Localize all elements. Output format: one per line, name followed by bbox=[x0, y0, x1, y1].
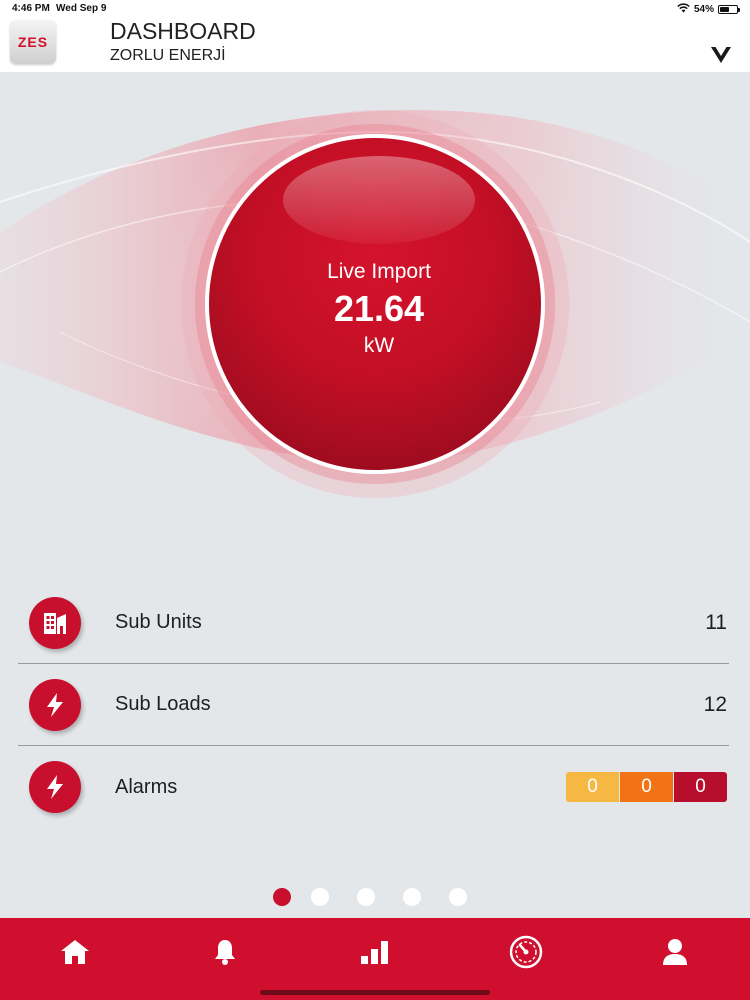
site-selector-button[interactable] bbox=[706, 40, 736, 70]
gauge-gloss bbox=[283, 156, 475, 244]
list-item-sub-units[interactable]: Sub Units 11 bbox=[18, 582, 729, 664]
list-item-alarms[interactable]: Alarms 0 0 0 bbox=[18, 746, 729, 828]
list-item-label: Sub Units bbox=[115, 611, 202, 633]
list-item-label: Alarms bbox=[115, 775, 178, 798]
alarm-badge-low[interactable]: 0 bbox=[566, 772, 619, 802]
status-bar: 4:46 PM Wed Sep 9 54% bbox=[0, 0, 750, 18]
app-header: ZES DASHBOARD ZORLU ENERJİ bbox=[0, 18, 750, 72]
bell-icon bbox=[215, 940, 235, 965]
app-logo: ZES bbox=[10, 20, 56, 64]
home-indicator[interactable] bbox=[260, 990, 490, 995]
page-dot-4[interactable] bbox=[403, 888, 421, 906]
status-right: 54% bbox=[677, 3, 740, 16]
page-indicator bbox=[0, 888, 750, 908]
list-item-count: 12 bbox=[703, 692, 727, 716]
tab-profile[interactable] bbox=[655, 932, 695, 972]
user-icon bbox=[663, 939, 687, 965]
battery-fill bbox=[720, 7, 729, 12]
gauge-circle: Live Import 21.64 kW bbox=[205, 134, 545, 474]
tab-alarms[interactable] bbox=[205, 932, 245, 972]
lightning-icon bbox=[29, 761, 81, 813]
list-item-count: 11 bbox=[705, 610, 727, 634]
page-dot-1[interactable] bbox=[273, 888, 291, 906]
gauge-icon bbox=[509, 935, 543, 969]
list-item-sub-loads[interactable]: Sub Loads 12 bbox=[18, 664, 729, 746]
building-icon bbox=[29, 596, 81, 649]
lightning-icon bbox=[29, 678, 81, 731]
site-name[interactable]: ZORLU ENERJİ bbox=[110, 47, 226, 65]
alarm-badge-high[interactable]: 0 bbox=[674, 772, 727, 802]
page-dot-2[interactable] bbox=[311, 888, 329, 906]
summary-list: Sub Units 11 Sub Loads 12 Alarms 0 0 0 bbox=[18, 582, 729, 828]
page-title: DASHBOARD bbox=[110, 18, 256, 44]
alarm-badge-medium[interactable]: 0 bbox=[620, 772, 673, 802]
list-item-label: Sub Loads bbox=[115, 693, 211, 715]
status-date: Wed Sep 9 bbox=[56, 3, 107, 14]
zes-logo-mark: ZES bbox=[18, 34, 48, 50]
tab-home[interactable] bbox=[55, 932, 95, 972]
bottom-tab-bar bbox=[0, 918, 750, 1000]
chevron-down-icon bbox=[711, 47, 731, 63]
gauge-value: 21.64 bbox=[333, 288, 425, 329]
wifi-icon bbox=[677, 3, 690, 16]
page-dot-5[interactable] bbox=[449, 888, 467, 906]
tab-meter[interactable] bbox=[506, 932, 546, 972]
gauge-label: Live Import bbox=[327, 260, 431, 283]
live-import-hero: Live Import 21.64 kW bbox=[0, 72, 750, 542]
battery-icon bbox=[718, 5, 740, 14]
tab-reports[interactable] bbox=[355, 932, 395, 972]
bar-chart-icon bbox=[361, 941, 388, 964]
battery-percent: 54% bbox=[693, 4, 714, 15]
alarm-badges: 0 0 0 bbox=[565, 772, 727, 802]
gauge-unit: kW bbox=[363, 334, 395, 357]
page-dot-3[interactable] bbox=[357, 888, 375, 906]
live-import-gauge[interactable]: Live Import 21.64 kW bbox=[205, 134, 545, 474]
status-time: 4:46 PM bbox=[12, 3, 50, 14]
home-icon bbox=[61, 940, 89, 964]
svg-text:ZES: ZES bbox=[18, 34, 48, 50]
